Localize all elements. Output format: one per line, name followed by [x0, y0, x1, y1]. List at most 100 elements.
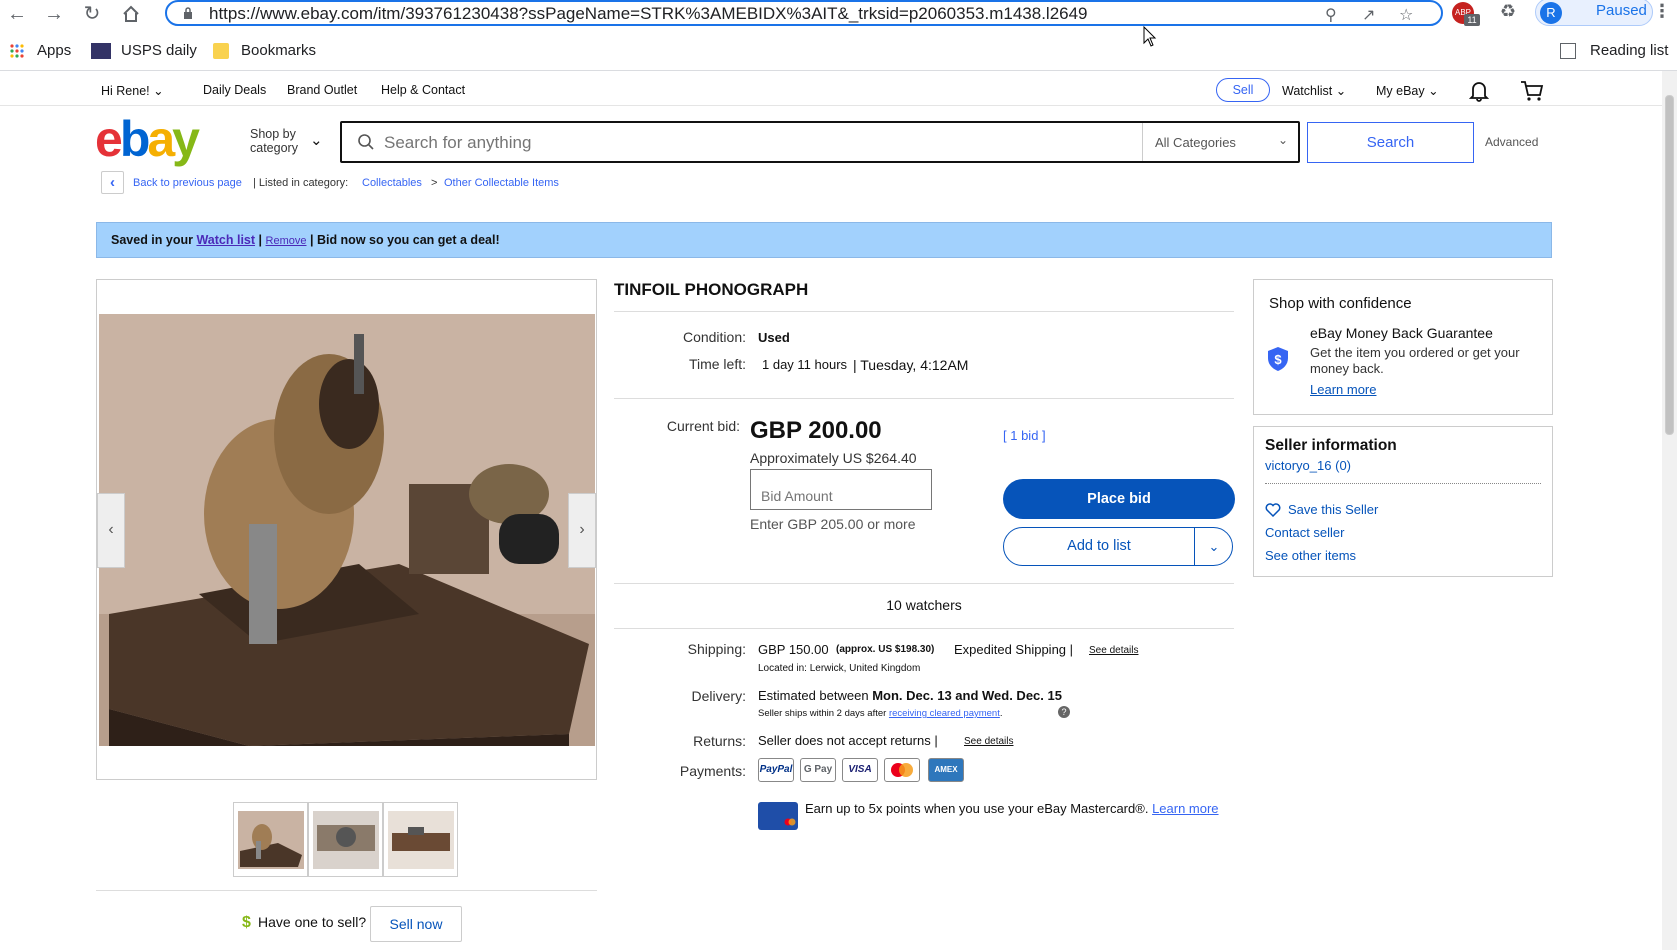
search-bar: All Categories⌄: [340, 121, 1300, 163]
contact-seller-link[interactable]: Contact seller: [1265, 525, 1344, 540]
main-product-image[interactable]: [99, 314, 595, 746]
back-chevron-icon[interactable]: ‹: [101, 171, 124, 194]
remove-link[interactable]: Remove: [266, 235, 307, 247]
bookmark-folder[interactable]: Bookmarks: [241, 42, 316, 59]
mastercard-icon: [884, 758, 920, 782]
bookmark-apps[interactable]: Apps: [37, 42, 71, 59]
paypal-icon: PayPal: [758, 758, 794, 782]
profile-status: Paused: [1596, 2, 1647, 19]
page-scrollbar[interactable]: [1662, 71, 1677, 950]
home-icon[interactable]: [117, 2, 145, 26]
heart-icon[interactable]: [1265, 503, 1281, 517]
kebab-menu-icon[interactable]: ⋮: [1653, 1, 1671, 22]
chevron-down-icon: ⌄: [310, 132, 323, 149]
returns-policy: Seller does not accept returns |: [758, 733, 938, 748]
place-bid-button[interactable]: Place bid: [1003, 479, 1235, 519]
chevron-down-icon[interactable]: ⌄: [1199, 528, 1229, 565]
mastercard-promo: Earn up to 5x points when you use your e…: [805, 801, 1219, 816]
time-left-value: 1 day 11 hours: [762, 357, 848, 372]
ebay-mastercard-icon: [758, 802, 798, 830]
profile-chip[interactable]: R Paused: [1535, 0, 1653, 26]
divider: [96, 890, 597, 891]
google-pay-icon: G Pay: [800, 758, 836, 782]
dollar-icon: $: [242, 914, 251, 931]
thumbnail-2[interactable]: [308, 802, 383, 877]
help-contact-link[interactable]: Help & Contact: [381, 83, 465, 97]
cleared-payment-link[interactable]: receiving cleared payment: [889, 708, 1000, 719]
seller-info-box: Seller information victoryo_16 (0) Save …: [1253, 426, 1553, 577]
advanced-search-link[interactable]: Advanced: [1485, 135, 1538, 149]
greeting-menu[interactable]: Hi Rene! ⌄: [101, 83, 164, 98]
see-other-items-link[interactable]: See other items: [1265, 548, 1356, 563]
daily-deals-link[interactable]: Daily Deals: [203, 83, 266, 97]
guarantee-title: eBay Money Back Guarantee: [1310, 325, 1493, 341]
learn-more-link[interactable]: Learn more: [1152, 801, 1218, 816]
bell-icon[interactable]: [1469, 80, 1489, 102]
reading-list[interactable]: Reading list: [1590, 42, 1668, 59]
breadcrumb-collectables[interactable]: Collectables: [362, 177, 422, 189]
reload-icon[interactable]: ↻: [78, 2, 106, 26]
bookmark-usps[interactable]: USPS daily: [121, 42, 197, 59]
condition-value: Used: [758, 330, 790, 345]
cart-icon[interactable]: [1520, 80, 1544, 102]
sell-now-button[interactable]: Sell now: [370, 906, 462, 942]
shipping-see-details-link[interactable]: See details: [1089, 645, 1138, 656]
shipping-label: Shipping:: [687, 641, 746, 657]
back-arrow-icon[interactable]: ←: [3, 2, 31, 26]
my-ebay-menu[interactable]: My eBay ⌄: [1376, 83, 1439, 98]
current-price: GBP 200.00: [750, 417, 882, 444]
next-image-button[interactable]: ›: [568, 493, 596, 568]
watchlist-menu[interactable]: Watchlist ⌄: [1282, 83, 1346, 98]
item-location: Located in: Lerwick, United Kingdom: [758, 663, 921, 674]
save-seller-link[interactable]: Save this Seller: [1288, 502, 1378, 517]
divider: [614, 311, 1234, 312]
ebay-logo[interactable]: ebay: [95, 114, 200, 164]
thumbnail-1[interactable]: [233, 802, 308, 877]
usps-eagle-icon: [91, 43, 111, 59]
guarantee-desc: Get the item you ordered or get your mon…: [1310, 345, 1520, 376]
bid-amount-input[interactable]: [750, 469, 932, 510]
confidence-title: Shop with confidence: [1269, 295, 1412, 312]
divider: [1265, 483, 1541, 484]
add-to-list-label: Add to list: [1067, 538, 1131, 554]
seller-name-link[interactable]: victoryo_16: [1265, 458, 1331, 473]
forward-arrow-icon[interactable]: →: [40, 2, 68, 26]
divider: [614, 398, 1234, 399]
have-one-to-sell: Have one to sell?: [258, 914, 367, 930]
sell-button[interactable]: Sell: [1216, 78, 1270, 102]
zoom-icon[interactable]: ⚲: [1325, 5, 1337, 25]
seller-feedback[interactable]: (0): [1335, 458, 1351, 473]
bid-count-link[interactable]: [ 1 bid ]: [1003, 428, 1046, 443]
add-to-list-button[interactable]: Add to list ⌄: [1003, 527, 1233, 566]
help-icon[interactable]: ?: [1058, 706, 1070, 718]
thumbnail-3[interactable]: [383, 802, 458, 877]
search-button[interactable]: Search: [1307, 122, 1474, 163]
confidence-learn-more-link[interactable]: Learn more: [1310, 382, 1376, 397]
item-title: TINFOIL PHONOGRAPH: [614, 280, 809, 299]
bookmark-star-icon[interactable]: ☆: [1399, 5, 1413, 25]
puzzle-icon[interactable]: ♻: [1500, 1, 1516, 22]
address-bar[interactable]: https://www.ebay.com/itm/393761230438?ss…: [165, 0, 1443, 26]
mouse-cursor-icon: [1143, 26, 1157, 47]
search-icon: [358, 134, 374, 150]
watchlist-banner: Saved in your Watch list | Remove | Bid …: [96, 222, 1552, 258]
scrollbar-thumb[interactable]: [1665, 95, 1674, 435]
watch-list-link[interactable]: Watch list: [196, 233, 255, 247]
seller-name-row: victoryo_16 (0): [1265, 458, 1351, 473]
shipping-approx: (approx. US $198.30): [836, 644, 935, 655]
reading-list-icon: [1560, 43, 1576, 59]
seller-info-title: Seller information: [1265, 437, 1397, 454]
breadcrumb-other-collectables[interactable]: Other Collectable Items: [444, 177, 559, 189]
amex-icon: AMEX: [928, 758, 964, 782]
visa-icon: VISA: [842, 758, 878, 782]
url-text[interactable]: https://www.ebay.com/itm/393761230438?ss…: [209, 4, 1088, 24]
brand-outlet-link[interactable]: Brand Outlet: [287, 83, 357, 97]
shop-by-category[interactable]: Shop by category: [250, 127, 298, 155]
search-input[interactable]: [384, 131, 1124, 155]
prev-image-button[interactable]: ‹: [97, 493, 125, 568]
returns-see-details-link[interactable]: See details: [964, 736, 1013, 747]
back-to-previous-link[interactable]: Back to previous page: [133, 177, 242, 189]
condition-label: Condition:: [682, 329, 746, 345]
category-select[interactable]: All Categories ⌄: [1142, 123, 1298, 161]
share-icon[interactable]: ↗: [1362, 5, 1375, 25]
